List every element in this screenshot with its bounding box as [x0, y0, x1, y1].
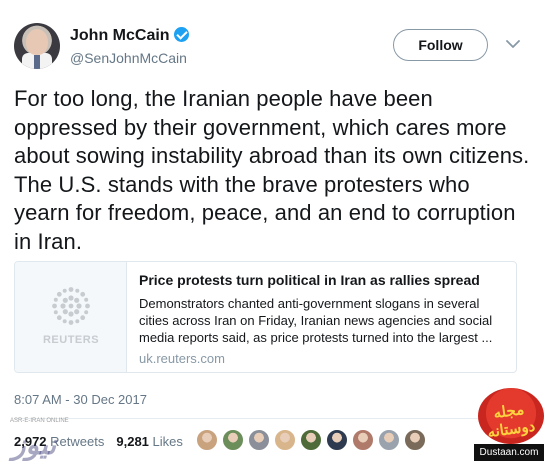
- likes-stat[interactable]: 9,281 Likes: [116, 434, 183, 449]
- follow-button[interactable]: Follow: [393, 29, 488, 61]
- liker-avatar[interactable]: [196, 429, 218, 451]
- retweets-count: 2,972: [14, 433, 47, 449]
- verified-badge-icon: [173, 27, 189, 42]
- card-body[interactable]: Price protests turn political in Iran as…: [139, 271, 509, 366]
- divider: [14, 418, 530, 419]
- author-name-row[interactable]: John McCain: [70, 27, 189, 45]
- tweet-text: For too long, the Iranian people have be…: [14, 86, 530, 254]
- avatar-face: [26, 29, 48, 55]
- tweet-timestamp[interactable]: 8:07 AM - 30 Dec 2017: [14, 392, 147, 407]
- liker-avatar[interactable]: [248, 429, 270, 451]
- liker-avatar[interactable]: [274, 429, 296, 451]
- liker-avatar[interactable]: [404, 429, 426, 451]
- liker-avatar[interactable]: [378, 429, 400, 451]
- likes-label: Likes: [152, 433, 183, 449]
- card-thumb-label: REUTERS: [42, 334, 100, 346]
- link-card[interactable]: REUTERS Price protests turn political in…: [14, 261, 517, 373]
- avatar-tie: [34, 55, 40, 69]
- retweets-label: Retweets: [50, 433, 105, 449]
- card-domain: uk.reuters.com: [139, 351, 225, 366]
- watermark-right: مجله دوستانه Dustaan.com: [474, 388, 544, 461]
- liker-avatars: [196, 429, 430, 451]
- tweet-stats: 2,972 Retweets 9,281 Likes: [14, 431, 195, 451]
- liker-avatar[interactable]: [222, 429, 244, 451]
- tweet-header: John McCain @SenJohnMcCain Follow: [14, 23, 530, 71]
- reuters-logo-icon: [52, 287, 90, 325]
- likes-count: 9,281: [116, 433, 149, 449]
- card-description: Demonstrators chanted anti-government sl…: [139, 296, 493, 345]
- liker-avatar[interactable]: [352, 429, 374, 451]
- liker-avatar[interactable]: [300, 429, 322, 451]
- avatar[interactable]: [14, 23, 60, 69]
- watermark-site: Dustaan.com: [474, 444, 544, 461]
- liker-avatar[interactable]: [326, 429, 348, 451]
- author-handle[interactable]: @SenJohnMcCain: [70, 50, 187, 66]
- card-title[interactable]: Price protests turn political in Iran as…: [139, 271, 509, 289]
- author-name[interactable]: John McCain: [70, 27, 170, 44]
- card-thumbnail[interactable]: REUTERS: [15, 262, 127, 372]
- retweets-stat[interactable]: 2,972 Retweets: [14, 434, 104, 449]
- chevron-down-icon[interactable]: [504, 35, 522, 53]
